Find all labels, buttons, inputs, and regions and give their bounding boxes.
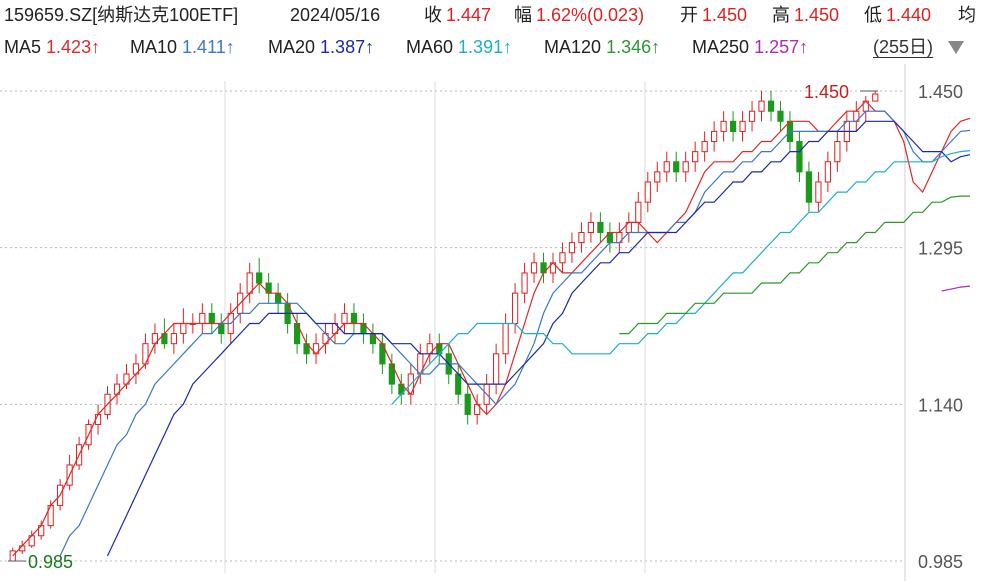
candle-body xyxy=(9,550,16,562)
ma60-value: 1.391 xyxy=(458,37,504,57)
dropdown-triangle-icon[interactable] xyxy=(948,41,964,54)
candle-body xyxy=(341,312,348,324)
candle-body xyxy=(502,322,509,355)
candle-body xyxy=(720,120,727,132)
candle-body xyxy=(578,232,585,244)
ma-legend-item: MA5 1.423↑ xyxy=(4,34,100,60)
avg-label: 均 xyxy=(958,5,976,25)
candle-body xyxy=(521,272,528,294)
candle-body xyxy=(777,110,784,122)
candle-body xyxy=(208,312,215,324)
candle-body xyxy=(635,201,642,223)
high-value: 1.450 xyxy=(794,5,840,25)
max-price-label: 1.450 xyxy=(804,82,849,102)
ma120-arrow-icon: ↑ xyxy=(651,37,661,57)
candle-body xyxy=(256,272,263,284)
candle-body xyxy=(464,393,471,415)
ma-legend-item: MA20 1.387↑ xyxy=(268,34,374,60)
candle-body xyxy=(758,100,765,112)
ma5-value: 1.423 xyxy=(46,37,92,57)
candle-body xyxy=(587,221,595,234)
ma-legend-item: MA10 1.411↑ xyxy=(130,34,235,60)
candle-body xyxy=(455,373,462,395)
candle-body xyxy=(568,242,576,254)
candle-body xyxy=(597,221,604,234)
ma10-value: 1.411 xyxy=(182,37,226,57)
candle-body xyxy=(805,171,813,203)
change-value: 1.62%(0.023) xyxy=(536,5,645,25)
candle-body xyxy=(796,141,803,173)
candle-body xyxy=(246,272,253,294)
low-label: 低 xyxy=(864,5,882,25)
ma250-label: MA250 xyxy=(692,37,750,57)
candle-body xyxy=(682,161,689,173)
close-value: 1.447 xyxy=(446,5,492,25)
candle-body xyxy=(170,333,177,345)
candle-body xyxy=(711,130,718,143)
ma20-arrow-icon: ↑ xyxy=(365,37,375,57)
candle-body xyxy=(834,141,841,163)
candle-body xyxy=(663,161,670,173)
candle-body xyxy=(654,171,661,183)
ma60-arrow-icon: ↑ xyxy=(503,37,513,57)
ma120-value: 1.346 xyxy=(606,37,652,57)
security-code: 159659.SZ[纳斯达克100ETF] xyxy=(4,5,239,25)
ma120-label: MA120 xyxy=(544,37,602,57)
close-label: 收 xyxy=(424,5,442,25)
candle-body xyxy=(559,252,566,264)
ma250-value: 1.257 xyxy=(754,37,800,57)
candle-body xyxy=(748,110,756,122)
ma5-arrow-icon: ↑ xyxy=(91,37,101,57)
open-label: 开 xyxy=(680,5,698,25)
y-tick-label: 1.295 xyxy=(918,239,963,259)
kline-chart: 1.450 1.295 1.140 0.985 1.450 0.985 xyxy=(0,64,971,581)
ma-legend-item: MA250 1.257↑ xyxy=(692,34,808,60)
ma-legend-item: MA60 1.391↑ xyxy=(406,34,512,60)
candle-body xyxy=(530,262,538,274)
change-label: 幅 xyxy=(514,5,532,25)
candle-body xyxy=(815,181,822,203)
ma20-label: MA20 xyxy=(268,37,316,57)
candle-body xyxy=(767,100,775,112)
candle-body xyxy=(701,141,708,153)
y-tick-label: 0.985 xyxy=(918,552,963,572)
candle-body xyxy=(180,322,187,335)
candle-body xyxy=(350,312,358,324)
ma250-arrow-icon: ↑ xyxy=(799,37,809,57)
candle-body xyxy=(729,120,737,132)
ma20-value: 1.387 xyxy=(320,37,366,57)
y-tick-label: 1.140 xyxy=(918,395,963,415)
period-label: (255日) xyxy=(873,37,934,58)
ma-legend-item: MA120 1.346↑ xyxy=(544,34,660,60)
candle-body xyxy=(872,93,879,102)
ma-line-ma120 xyxy=(619,195,970,335)
period-selector[interactable]: (255日) xyxy=(873,34,934,60)
quote-date: 2024/05/16 xyxy=(290,5,381,25)
ma-line-ma250 xyxy=(941,285,971,292)
candle-body xyxy=(673,161,680,173)
high-label: 高 xyxy=(772,5,790,25)
y-tick-label: 1.450 xyxy=(918,82,963,102)
ma60-label: MA60 xyxy=(406,37,454,57)
candle-body xyxy=(824,161,831,183)
candle-body xyxy=(493,353,500,385)
candle-body xyxy=(199,312,206,324)
ma5-label: MA5 xyxy=(4,37,42,57)
quote-header: 159659.SZ[纳斯达克100ETF] 2024/05/16 收 1.447… xyxy=(0,0,987,64)
ma-line-ma20 xyxy=(106,120,971,557)
ma10-arrow-icon: ↑ xyxy=(225,37,235,57)
candle-body xyxy=(644,181,651,203)
min-price-label: 0.985 xyxy=(28,552,73,572)
low-value: 1.440 xyxy=(886,5,932,25)
open-value: 1.450 xyxy=(702,5,748,25)
ma10-label: MA10 xyxy=(130,37,178,57)
candle-body xyxy=(511,292,519,324)
annotations: 1.450 0.985 xyxy=(8,82,878,572)
ma-line-ma60 xyxy=(391,150,971,405)
candle-body xyxy=(692,151,699,163)
y-axis: 1.450 1.295 1.140 0.985 xyxy=(918,82,963,572)
candle-body xyxy=(739,120,746,132)
